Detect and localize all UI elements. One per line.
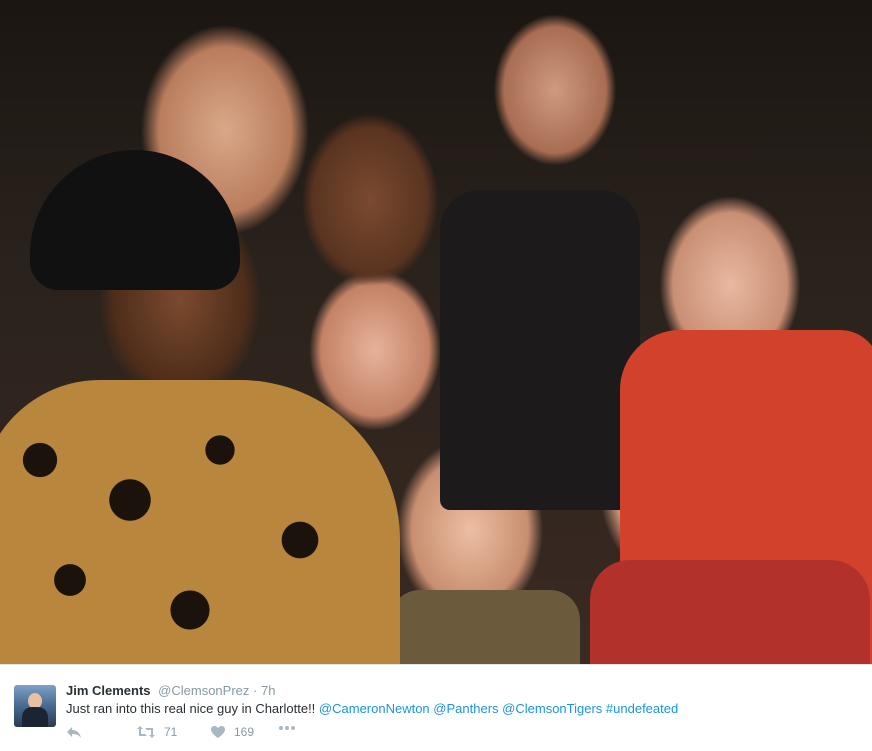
photo-camo-jacket-shape — [0, 380, 400, 664]
tweet-header: Jim Clements @ClemsonPrez · 7h — [66, 683, 275, 698]
mention-panthers[interactable]: @Panthers — [433, 701, 498, 716]
tweet-body: Just ran into this real nice guy in Char… — [66, 701, 316, 716]
retweet-icon — [136, 725, 156, 739]
hashtag-undefeated[interactable]: #undefeated — [606, 701, 678, 716]
photo-suit-shape — [440, 190, 640, 510]
retweet-button[interactable]: 71 — [136, 725, 177, 739]
retweet-count: 71 — [164, 725, 178, 739]
author-name[interactable]: Jim Clements — [66, 683, 151, 698]
mention-clemsontigers[interactable]: @ClemsonTigers — [502, 701, 602, 716]
more-button[interactable] — [278, 725, 296, 731]
photo-scarf-shape — [390, 590, 580, 664]
like-count: 169 — [234, 725, 255, 739]
heart-icon — [210, 725, 226, 739]
avatar[interactable] — [14, 685, 56, 727]
more-icon — [278, 725, 296, 731]
tweet-card: Jim Clements @ClemsonPrez · 7h Just ran … — [0, 664, 872, 751]
photo-hat-shape — [30, 150, 240, 290]
tweet-text: Just ran into this real nice guy in Char… — [66, 701, 678, 716]
author-handle[interactable]: @ClemsonPrez — [158, 683, 249, 698]
reply-button[interactable] — [66, 725, 82, 739]
separator: · — [253, 683, 258, 698]
tweet-photo[interactable] — [0, 0, 872, 664]
tweet-time[interactable]: 7h — [261, 683, 275, 698]
avatar-body — [22, 707, 48, 727]
reply-icon — [66, 725, 82, 739]
like-button[interactable]: 169 — [210, 725, 254, 739]
mention-cameronnewton[interactable]: @CameronNewton — [319, 701, 430, 716]
photo-red-jacket-shape-2 — [590, 560, 870, 664]
